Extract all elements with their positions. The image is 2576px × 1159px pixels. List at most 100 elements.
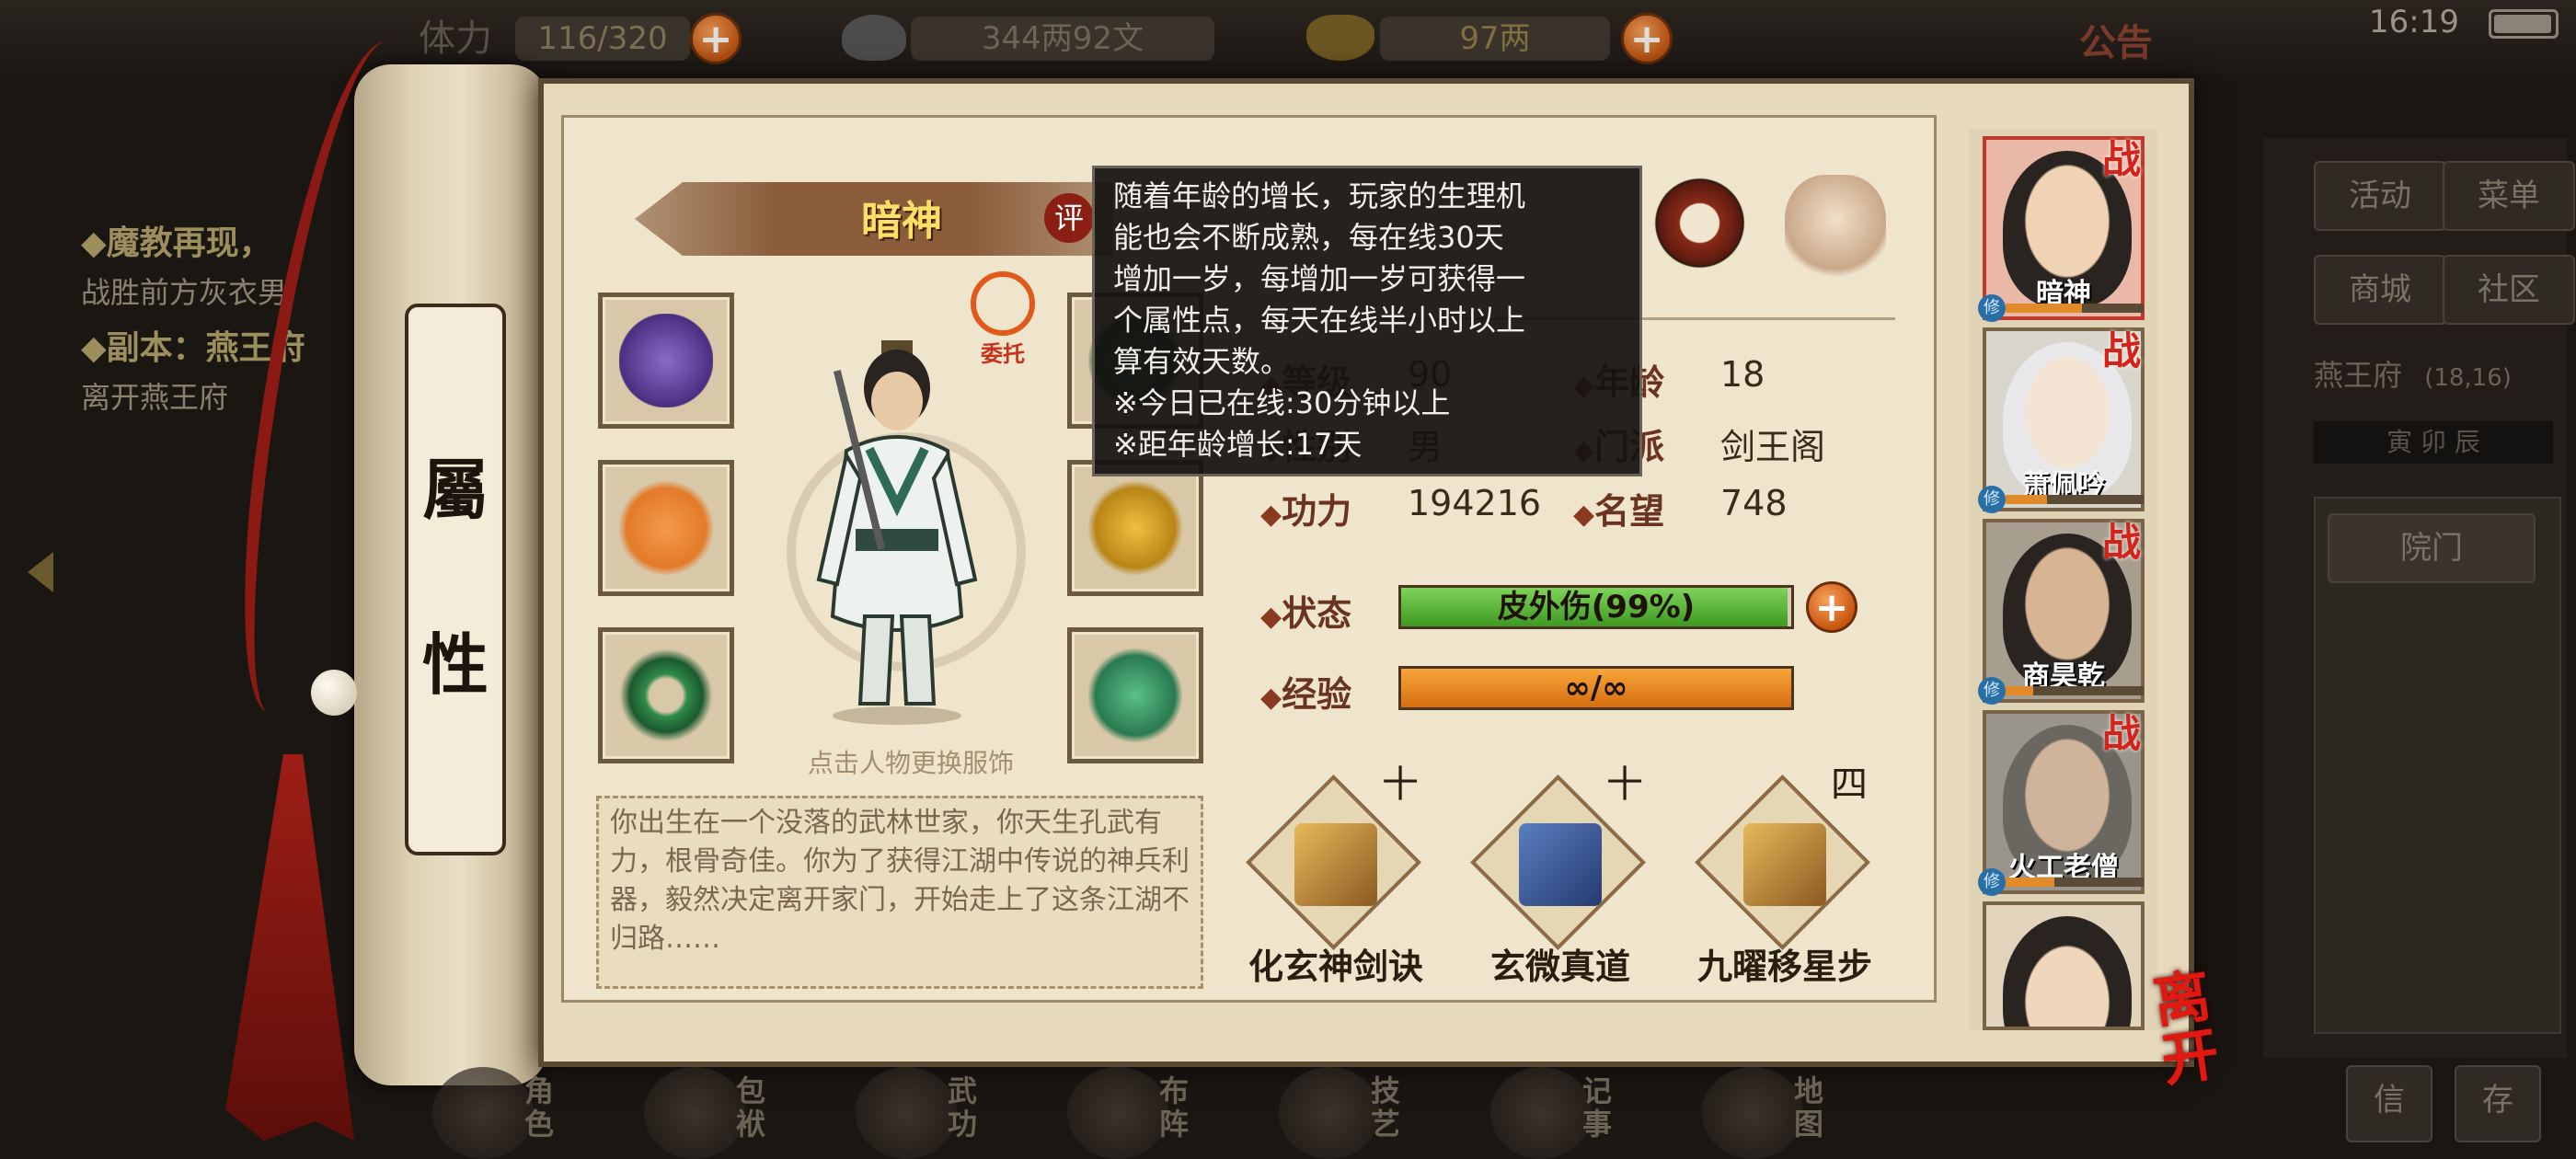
stamina-field: 116/320 (515, 17, 690, 61)
nav-label: 包袱 (736, 1073, 766, 1142)
member-xp-bar (2006, 495, 2144, 504)
cultivate-badge: 修 (1978, 868, 2006, 896)
meridian-figure-icon[interactable] (1785, 175, 1886, 285)
bagua-icon[interactable] (1651, 175, 1748, 271)
gold-armor-icon (1088, 481, 1182, 575)
cultivate-badge: 修 (1978, 677, 2006, 705)
gold-icon (1306, 15, 1374, 61)
tassel-bead (311, 670, 357, 716)
character-bio: 你出生在一个没落的武林世家，你天生孔武有力，根骨奇佳。你为了获得江湖中传说的神兵… (596, 796, 1203, 989)
tooltip-line: 算有效天数。 (1113, 344, 1291, 379)
rate-button[interactable]: 评 (1044, 193, 1094, 243)
member-xp-fill (2006, 878, 2054, 887)
armor-icon (619, 314, 713, 407)
nav-journal[interactable]: 记事 (1490, 1067, 1693, 1159)
tassel (225, 754, 354, 1141)
tooltip-line: 增加一岁，每增加一岁可获得一 (1113, 261, 1526, 296)
title-char: 屬 (421, 451, 489, 529)
character-name: 暗神 (861, 198, 942, 245)
books-icon (856, 1067, 957, 1159)
tooltip-line: 个属性点，每天在线半小时以上 (1113, 303, 1526, 338)
notice-button[interactable]: 公告 (2079, 13, 2190, 66)
courtyard-button[interactable]: 院门 (2328, 513, 2536, 583)
tooltip-line: 能也会不断成熟，每在线30天 (1113, 220, 1504, 255)
nav-martial-arts[interactable]: 武功 (856, 1067, 1058, 1159)
attributes-title-tab: 屬 性 (405, 304, 506, 855)
bag-icon (644, 1067, 745, 1159)
battle-badge: 战 (2102, 711, 2142, 756)
battle-badge: 战 (2102, 520, 2142, 565)
member-xp-fill (2006, 495, 2047, 504)
equip-slot-weapon[interactable] (598, 460, 734, 596)
silver-field: 344两92文 (911, 17, 1214, 61)
member-xp-bar (2006, 686, 2144, 695)
leave-button[interactable]: 离开 (2149, 958, 2276, 1094)
gold-field: 97两 (1380, 17, 1610, 61)
member-xp-fill (2006, 304, 2082, 313)
stat-power-value: 194216 (1408, 483, 1542, 523)
ring-icon (619, 648, 713, 742)
silver-icon (842, 15, 906, 61)
activity-button[interactable]: 活动 (2314, 161, 2446, 231)
nav-formation[interactable]: 布阵 (1067, 1067, 1270, 1159)
equip-slot-armor[interactable] (598, 293, 734, 429)
heal-button[interactable]: + (1806, 581, 1857, 633)
shop-button[interactable]: 商城 (2314, 255, 2446, 325)
equip-slot-amulet[interactable] (1067, 627, 1203, 763)
add-stamina-button[interactable]: + (690, 13, 742, 64)
bagua-icon (1067, 1067, 1168, 1159)
equip-slot-body-armor[interactable] (1067, 460, 1203, 596)
scroll-book-icon (1743, 823, 1826, 906)
nav-bag[interactable]: 包袱 (644, 1067, 846, 1159)
location-label: 燕王府 (18,16) (2314, 350, 2571, 401)
age-tooltip: 随着年龄的增长，玩家的生理机 能也会不断成熟，每在线30天 增加一岁，每增加一岁… (1092, 166, 1642, 476)
exp-bar-text: ∞/∞ (1564, 670, 1628, 706)
character-portrait[interactable] (791, 340, 1003, 727)
blue-book-icon (1519, 823, 1602, 906)
nav-character[interactable]: 角色 (432, 1067, 635, 1159)
save-button[interactable]: 存 (2455, 1065, 2541, 1142)
stat-status-label: ◆状态 (1260, 593, 1352, 634)
refresh-icon (971, 271, 1035, 336)
mail-button[interactable]: 信 (2346, 1065, 2432, 1142)
menu-button[interactable]: 菜单 (2443, 161, 2575, 231)
stat-fame-label: ◆名望 (1573, 491, 1665, 532)
entrust-button[interactable]: 委托 (966, 271, 1040, 368)
skill-level: 十 (1382, 763, 1419, 806)
member-avatar (2003, 916, 2132, 1027)
change-outfit-hint: 点击人物更换服饰 (807, 748, 1014, 778)
entrust-label: 委托 (981, 341, 1025, 367)
collapse-arrow-icon[interactable] (28, 552, 53, 592)
battle-badge: 战 (2102, 137, 2142, 182)
cultivate-badge: 修 (1978, 294, 2006, 322)
stat-power-label: ◆功力 (1260, 491, 1352, 532)
time-tabs: 寅 卯 辰 (2314, 421, 2553, 464)
member-xp-bar (2006, 304, 2144, 313)
nav-skills[interactable]: 技艺 (1279, 1067, 1481, 1159)
nav-label: 地图 (1794, 1073, 1824, 1142)
skill-name: 玄微真道 (1489, 947, 1630, 987)
map-icon (1702, 1067, 1803, 1159)
party-member[interactable] (1983, 901, 2145, 1030)
location-name: 燕王府 (2314, 358, 2403, 393)
nav-label: 武功 (948, 1073, 978, 1142)
journal-icon (1490, 1067, 1592, 1159)
sword-icon (619, 481, 713, 575)
nav-label: 记事 (1582, 1073, 1613, 1142)
stat-exp-label: ◆经验 (1260, 674, 1352, 715)
character-icon (432, 1067, 534, 1159)
nav-label: 技艺 (1371, 1073, 1401, 1142)
stat-age-value: 18 (1720, 354, 1765, 395)
nav-map[interactable]: 地图 (1702, 1067, 1904, 1159)
add-gold-button[interactable]: + (1621, 13, 1673, 64)
crafting-icon (1279, 1067, 1380, 1159)
scroll-book-icon (1294, 823, 1377, 906)
tooltip-line: ※今日已在线:30分钟以上 (1113, 385, 1451, 420)
equip-slot-ring[interactable] (598, 627, 734, 763)
stat-sect-value: 剑王阁 (1720, 427, 1826, 467)
skill-level: 四 (1831, 763, 1868, 806)
nav-label: 角色 (524, 1073, 555, 1142)
status-bar: 皮外伤(99%) (1398, 585, 1794, 629)
community-button[interactable]: 社区 (2443, 255, 2575, 325)
clock: 16:19 (2369, 4, 2459, 40)
